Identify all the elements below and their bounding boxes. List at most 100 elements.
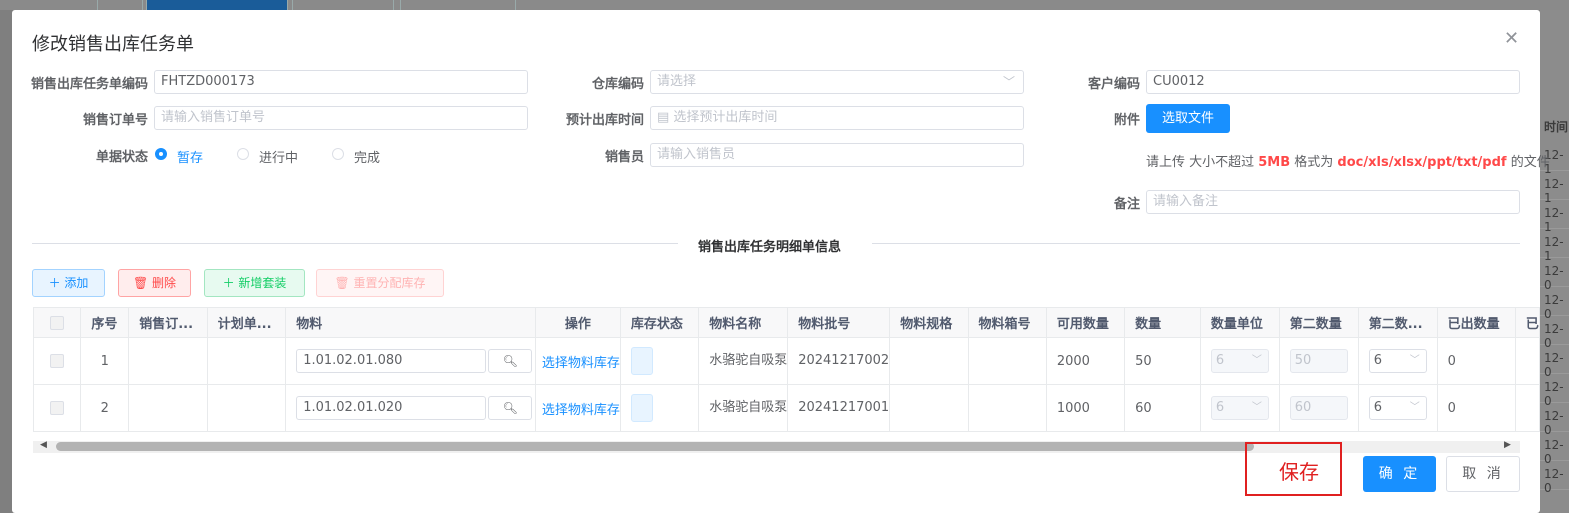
- column-header: 第二数量: [1278, 307, 1359, 338]
- material-cell: 1.01.02.01.020 🔍︎: [285, 384, 536, 432]
- upload-hint-formats: doc/xls/xlsx/ppt/txt/pdf: [1337, 155, 1507, 170]
- cancel-button[interactable]: 取 消: [1446, 456, 1520, 492]
- planned-time-picker[interactable]: ▤ 选择预计出库时间: [650, 106, 1024, 130]
- unit2-value: 6: [1373, 400, 1382, 415]
- scroll-right-icon[interactable]: ▶: [1504, 440, 1511, 450]
- material-input[interactable]: 1.01.02.01.020: [296, 396, 487, 420]
- column-header: 物料规格: [889, 307, 969, 338]
- background-cell: 12-0: [1544, 322, 1564, 350]
- shipped-qty-cell: 0: [1436, 337, 1516, 385]
- column-header: 数量单位: [1199, 307, 1280, 338]
- stock-status-tag: [630, 394, 653, 422]
- unit-cell: 6 ﹀: [1199, 384, 1280, 432]
- reset-stock-button[interactable]: 🗑 重置分配库存: [316, 269, 444, 297]
- background-cell: 12-0: [1544, 467, 1564, 495]
- sales-order-cell: [128, 384, 208, 432]
- column-header: 第二数...: [1357, 307, 1438, 338]
- plan-cell: [206, 384, 287, 432]
- select-all-checkbox[interactable]: [32, 307, 82, 338]
- column-header: 库存状态: [619, 307, 700, 338]
- row-checkbox[interactable]: [32, 384, 82, 432]
- table-row: 2 1.01.02.01.020 🔍︎ 选择物料库存 水骆驼自吸泵 2024121…: [32, 384, 1541, 432]
- salesperson-input[interactable]: 请输入销售员: [650, 143, 1024, 167]
- select-stock-link[interactable]: 选择物料库存: [542, 403, 620, 418]
- dialog-title: 修改销售出库任务单: [32, 34, 194, 55]
- action-cell: 选择物料库存: [534, 337, 621, 385]
- background-header: [0, 0, 1569, 11]
- unit-cell: 6 ﹀: [1199, 337, 1280, 385]
- reset-stock-button-label: 重置分配库存: [353, 276, 426, 290]
- row-checkbox[interactable]: [32, 337, 82, 385]
- section-title: 销售出库任务明细单信息: [698, 236, 842, 255]
- unit-select[interactable]: 6 ﹀: [1210, 396, 1269, 420]
- background-cell: 12-1: [1544, 235, 1564, 263]
- column-header: 销售订...: [128, 307, 208, 338]
- checkbox-icon: [50, 315, 65, 330]
- unit-value: 6: [1215, 400, 1225, 415]
- confirm-button[interactable]: 确 定: [1363, 456, 1436, 492]
- section-divider-left: [32, 243, 678, 244]
- column-header: 已: [1514, 307, 1541, 338]
- background-cell: 12-0: [1544, 264, 1564, 292]
- warehouse-placeholder: 请选择: [657, 74, 697, 89]
- scrollbar-thumb[interactable]: [56, 442, 1254, 451]
- delete-button[interactable]: 🗑 删除: [118, 269, 191, 297]
- status-option-label: 进行中: [259, 151, 299, 166]
- background-table: 时间 12-1 12-1 12-1 12-1 12-0 12-0 12-0 12-0 12-0 1…: [1540, 10, 1569, 513]
- unit2-select[interactable]: 6 ﹀: [1368, 349, 1427, 373]
- box-cell: [967, 384, 1047, 432]
- background-cell: 12-0: [1544, 351, 1564, 379]
- unit-select[interactable]: 6 ﹀: [1210, 349, 1269, 373]
- background-cell: 12-0: [1544, 293, 1564, 321]
- upload-hint-suffix: 的文件: [1506, 155, 1550, 170]
- search-icon[interactable]: 🔍︎: [488, 396, 533, 420]
- chevron-down-icon: ﹀: [1409, 355, 1420, 366]
- radio-icon: [155, 148, 167, 160]
- customer-input[interactable]: CU0012: [1146, 70, 1520, 94]
- warehouse-label: 仓库编码: [591, 77, 644, 92]
- sales-order-input[interactable]: 请输入销售订单号: [154, 106, 528, 130]
- radio-icon: [332, 148, 344, 160]
- qty2-input[interactable]: 60: [1289, 396, 1348, 420]
- column-header: 已出数量: [1436, 307, 1516, 338]
- qty2-input[interactable]: 50: [1289, 349, 1348, 373]
- unit2-select[interactable]: 6 ﹀: [1368, 396, 1427, 420]
- row-number: 1: [80, 337, 130, 385]
- sales-order-cell: [128, 337, 208, 385]
- remark-input[interactable]: 请输入备注: [1146, 190, 1520, 214]
- close-icon[interactable]: ✕: [1504, 28, 1519, 49]
- add-button[interactable]: ＋ 添加: [32, 269, 105, 297]
- sales-order-placeholder: 请输入销售订单号: [161, 110, 266, 125]
- warehouse-select[interactable]: 请选择 ﹀: [650, 70, 1024, 94]
- task-code-input[interactable]: FHTZD000173: [154, 70, 528, 94]
- column-header: 物料: [285, 307, 536, 338]
- qty-cell: 50: [1124, 337, 1201, 385]
- stock-status-cell: [619, 337, 700, 385]
- column-header: 物料箱号: [967, 307, 1047, 338]
- shipped-qty-cell: 0: [1436, 384, 1516, 432]
- select-file-button[interactable]: 选取文件: [1146, 104, 1230, 133]
- upload-hint-prefix: 请上传 大小不超过: [1146, 155, 1259, 170]
- upload-hint-size: 5MB: [1258, 155, 1291, 170]
- background-cell: 12-1: [1544, 206, 1564, 234]
- table-row: 1 1.01.02.01.080 🔍︎ 选择物料库存 水骆驼自吸泵 2024121…: [32, 337, 1541, 385]
- add-set-button[interactable]: ＋ 新增套装: [204, 269, 305, 297]
- search-icon[interactable]: 🔍︎: [488, 349, 533, 373]
- radio-icon: [237, 148, 249, 160]
- status-label: 单据状态: [95, 150, 148, 165]
- chevron-down-icon: ﹀: [1002, 75, 1015, 89]
- qty-cell: 60: [1124, 384, 1201, 432]
- stock-status-tag: [630, 347, 653, 375]
- trash-icon: 🗑: [334, 276, 354, 290]
- salesperson-label: 销售员: [604, 150, 644, 165]
- customer-value: CU0012: [1153, 74, 1205, 89]
- column-header: 计划单...: [206, 307, 287, 338]
- edit-sales-outbound-dialog: 修改销售出库任务单 ✕ 销售出库任务单编码 FHTZD000173 仓库编码 请…: [12, 10, 1550, 513]
- scroll-left-icon[interactable]: ◀: [40, 440, 47, 450]
- add-set-button-label: 新增套装: [238, 276, 287, 290]
- select-stock-link[interactable]: 选择物料库存: [542, 356, 620, 371]
- upload-hint: 请上传 大小不超过 5MB 格式为 doc/xls/xlsx/ppt/txt/p…: [1146, 151, 1550, 170]
- material-input[interactable]: 1.01.02.01.080: [296, 349, 487, 373]
- column-header: 操作: [534, 307, 621, 338]
- planned-time-placeholder: 选择预计出库时间: [673, 110, 778, 125]
